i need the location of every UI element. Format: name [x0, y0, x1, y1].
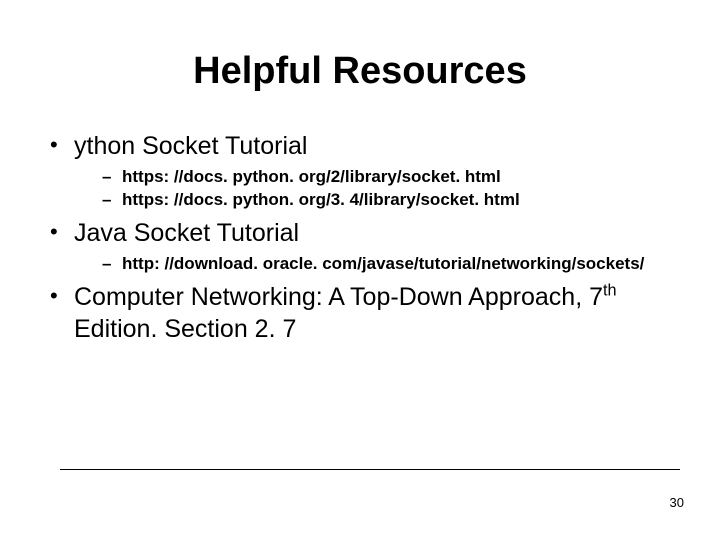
slide-title: Helpful Resources — [48, 50, 672, 93]
bullet-list: ython Socket Tutorial https: //docs. pyt… — [48, 131, 672, 345]
sub-list: http: //download. oracle. com/javase/tut… — [74, 253, 672, 276]
bullet-text-pre: Computer Networking: A Top-Down Approach… — [74, 283, 603, 311]
bullet-text: ython Socket Tutorial — [74, 132, 307, 160]
ordinal-suffix: th — [603, 282, 617, 300]
sub-item-url: https: //docs. python. org/2/library/soc… — [102, 166, 672, 189]
sub-item-url: http: //download. oracle. com/javase/tut… — [102, 253, 672, 276]
horizontal-rule — [60, 469, 680, 470]
sub-list: https: //docs. python. org/2/library/soc… — [74, 166, 672, 212]
bullet-item-book: Computer Networking: A Top-Down Approach… — [48, 282, 672, 345]
page-number: 30 — [670, 495, 684, 510]
bullet-item-python: ython Socket Tutorial https: //docs. pyt… — [48, 131, 672, 212]
slide: Helpful Resources ython Socket Tutorial … — [0, 0, 720, 540]
bullet-text: Java Socket Tutorial — [74, 219, 299, 247]
bullet-text-post: Edition. Section 2. 7 — [74, 315, 296, 343]
bullet-item-java: Java Socket Tutorial http: //download. o… — [48, 218, 672, 276]
sub-item-url: https: //docs. python. org/3. 4/library/… — [102, 189, 672, 212]
